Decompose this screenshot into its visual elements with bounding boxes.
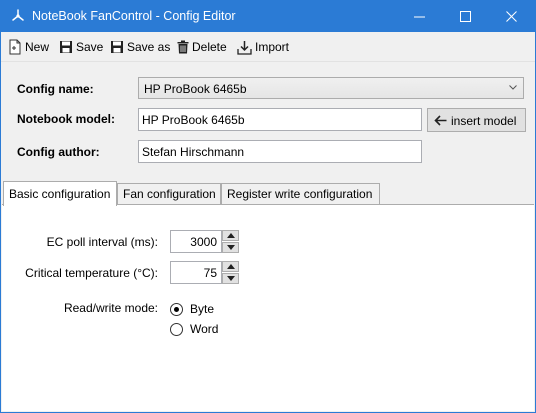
close-button[interactable] <box>489 1 535 32</box>
ec-poll-interval-label: EC poll interval (ms): <box>46 235 158 249</box>
caret-up-icon <box>227 264 235 269</box>
radio-byte[interactable]: Byte <box>170 301 214 317</box>
critical-temperature-label: Critical temperature (°C): <box>25 266 158 280</box>
new-file-icon <box>9 39 21 55</box>
toolbar: New Save Save as Delete Import <box>1 32 535 61</box>
radio-word-indicator[interactable] <box>170 322 183 336</box>
close-icon <box>506 11 517 22</box>
trash-icon <box>177 40 189 54</box>
notebook-model-field[interactable]: HP ProBook 6465b <box>138 108 422 131</box>
critical-temperature-stepper[interactable]: 75 <box>170 261 240 284</box>
critical-temperature-input[interactable]: 75 <box>170 261 222 284</box>
notebook-model-label: Notebook model: <box>17 112 115 126</box>
basic-configuration-panel: EC poll interval (ms): 3000 Critical tem… <box>2 204 534 411</box>
new-label: New <box>25 40 50 54</box>
insert-model-label: insert model <box>451 114 517 128</box>
read-write-mode-label: Read/write mode: <box>63 301 158 315</box>
import-button[interactable]: Import <box>237 38 289 56</box>
ec-poll-increment-button[interactable] <box>222 230 239 241</box>
radio-word[interactable]: Word <box>170 321 218 337</box>
tab-basic-configuration[interactable]: Basic configuration <box>3 181 117 206</box>
save-button[interactable]: Save <box>59 38 103 56</box>
window-title: NoteBook FanControl - Config Editor <box>32 9 236 23</box>
radio-byte-label: Byte <box>190 302 215 316</box>
notebook-model-value: HP ProBook 6465b <box>142 113 245 127</box>
title-bar[interactable]: NoteBook FanControl - Config Editor <box>1 1 535 32</box>
ec-poll-interval-value: 3000 <box>190 235 217 249</box>
caret-down-icon <box>227 276 235 281</box>
delete-label: Delete <box>192 40 227 54</box>
import-icon <box>237 40 252 55</box>
config-author-field[interactable]: Stefan Hirschmann <box>138 140 422 163</box>
fan-app-icon <box>10 8 26 24</box>
save-disk-icon <box>60 41 72 53</box>
chevron-down-icon <box>509 85 517 90</box>
ec-poll-decrement-button[interactable] <box>222 242 239 253</box>
minimize-button[interactable] <box>397 1 443 32</box>
caret-up-icon <box>227 233 235 238</box>
insert-model-button[interactable]: insert model <box>427 108 526 132</box>
save-as-disk-icon <box>111 41 123 53</box>
maximize-icon <box>460 11 471 22</box>
config-name-combobox[interactable]: HP ProBook 6465b <box>138 77 524 99</box>
config-author-label: Config author: <box>17 145 100 159</box>
arrow-left-icon <box>434 115 447 126</box>
save-as-button[interactable]: Save as <box>110 38 170 56</box>
ec-poll-interval-input[interactable]: 3000 <box>170 230 222 253</box>
config-editor-window: NoteBook FanControl - Config Editor New <box>0 0 536 413</box>
config-header-form: Config name: HP ProBook 6465b Notebook m… <box>1 61 535 182</box>
tab-register-write-configuration[interactable]: Register write configuration <box>221 183 380 204</box>
critical-temperature-decrement-button[interactable] <box>222 273 239 284</box>
tab-fan-configuration[interactable]: Fan configuration <box>117 183 221 204</box>
radio-word-label: Word <box>190 322 219 336</box>
delete-button[interactable]: Delete <box>177 38 227 56</box>
radio-byte-indicator[interactable] <box>170 302 183 316</box>
config-author-value: Stefan Hirschmann <box>142 145 245 159</box>
maximize-button[interactable] <box>443 1 489 32</box>
save-label: Save <box>76 40 104 54</box>
save-as-label: Save as <box>127 40 171 54</box>
ec-poll-interval-stepper[interactable]: 3000 <box>170 230 240 253</box>
critical-temperature-increment-button[interactable] <box>222 261 239 272</box>
new-button[interactable]: New <box>8 38 49 56</box>
critical-temperature-value: 75 <box>203 266 217 280</box>
config-name-label: Config name: <box>17 82 94 96</box>
caret-down-icon <box>227 245 235 250</box>
minimize-icon <box>414 16 425 18</box>
import-label: Import <box>255 40 290 54</box>
config-name-value: HP ProBook 6465b <box>144 82 247 96</box>
